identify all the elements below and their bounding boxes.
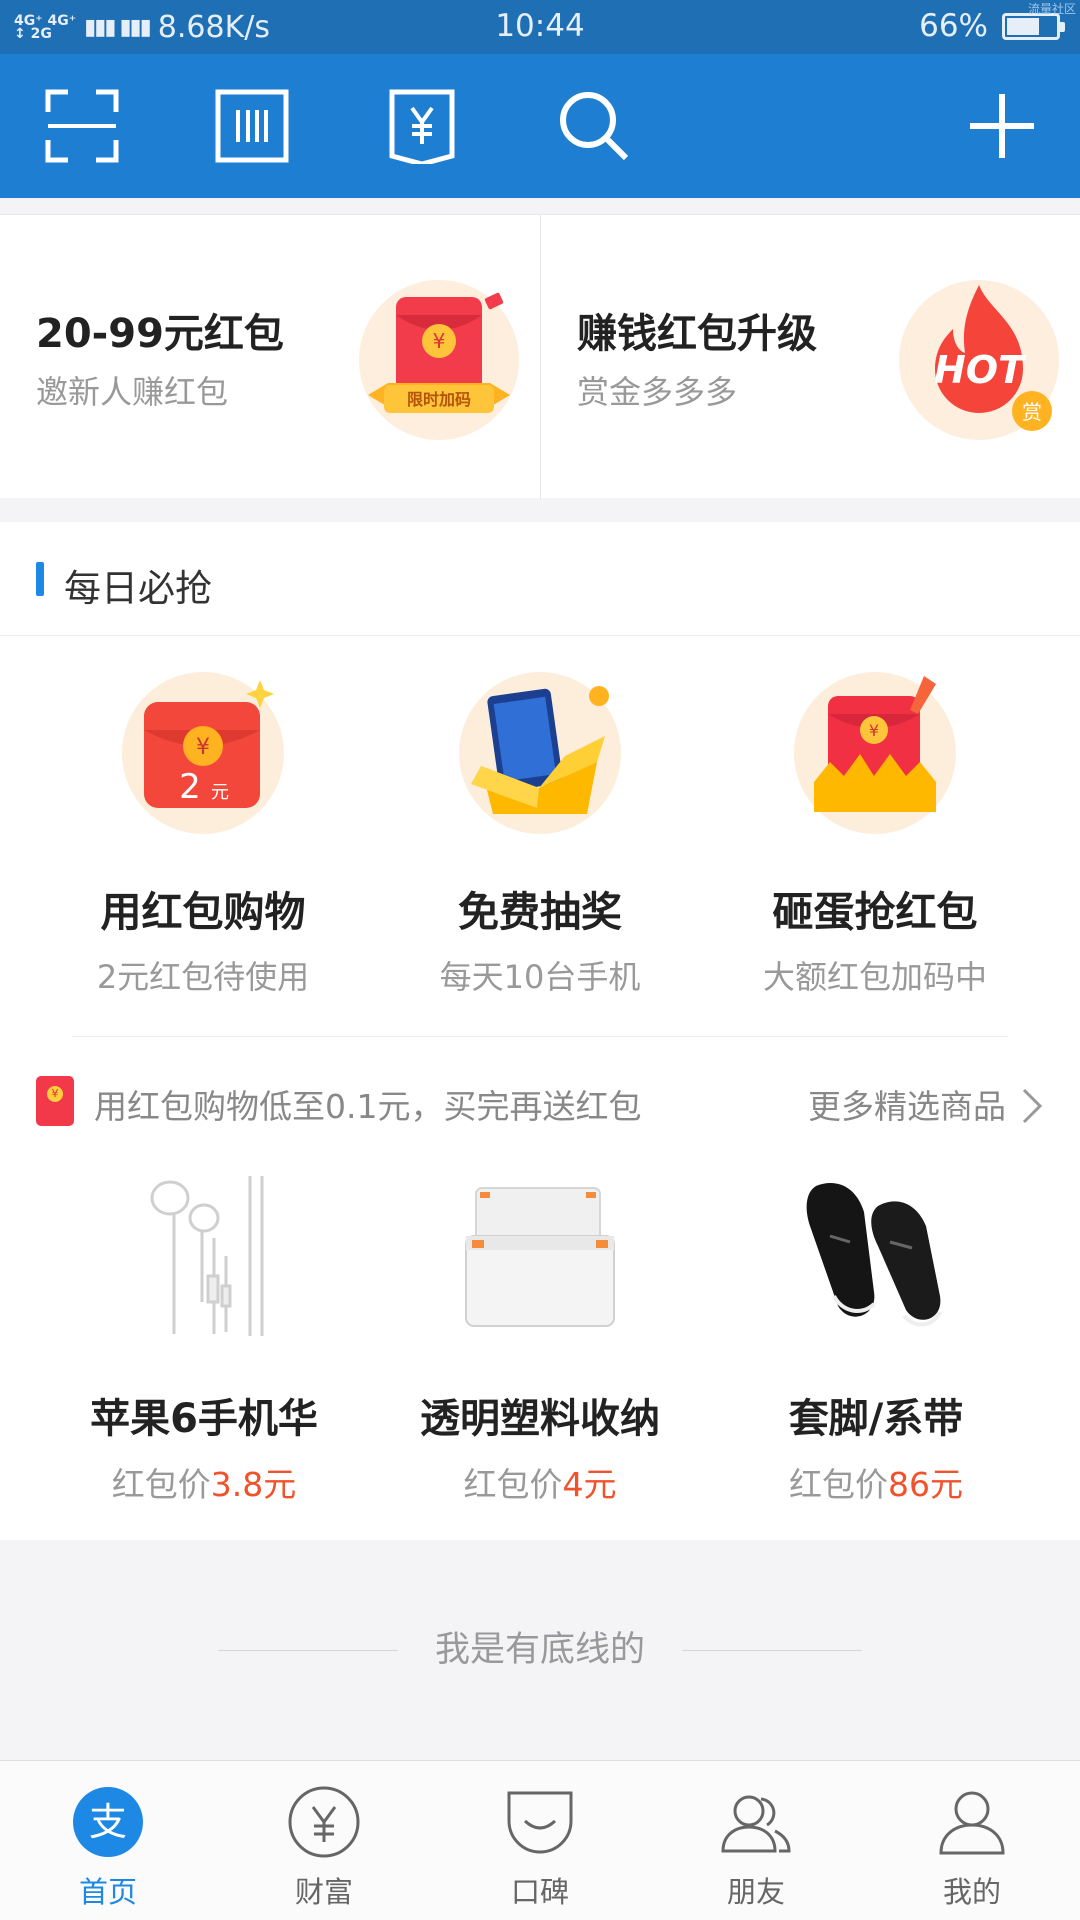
product-name: 透明塑料收纳 <box>420 1396 660 1442</box>
price-amount: 86元 <box>888 1465 963 1504</box>
red-envelope-icon: ¥ 限时加码 <box>354 275 524 445</box>
tab-label: 首页 <box>78 1875 137 1909</box>
red-envelope-icon: ¥ 2 元 <box>120 670 286 836</box>
lottery-box-icon <box>457 670 623 836</box>
friends-icon <box>719 1785 793 1859</box>
envelope-value: 2 <box>179 767 201 807</box>
section-header: 每日必抢 <box>0 522 1080 636</box>
chevron-right-icon[interactable] <box>1018 1086 1046 1126</box>
reward-badge: 赏 <box>1022 400 1042 424</box>
daily-section: 每日必抢 ¥ 2 元 用红包购物 2元红包待使用 免费抽奖 每天10台手机 ¥ … <box>0 522 1080 1540</box>
divider <box>682 1650 862 1651</box>
corner-label: 流量社区 <box>1027 2 1076 16</box>
promo-card-upgrade[interactable]: 赚钱红包升级 赏金多多多 HOT 赏 <box>540 215 1080 499</box>
end-of-list: 我是有底线的 <box>0 1620 1080 1680</box>
feature-subtitle: 每天10台手机 <box>439 958 641 996</box>
tab-koubei[interactable]: 口碑 <box>432 1785 648 1911</box>
hot-badge: HOT <box>934 348 1027 392</box>
battery-percent: 66% <box>919 8 988 44</box>
app-bar <box>0 54 1080 198</box>
clock: 10:44 <box>495 8 585 44</box>
promo-subtitle: 邀新人赚红包 <box>36 373 229 411</box>
end-of-list-text: 我是有底线的 <box>434 1630 645 1670</box>
tab-home[interactable]: 支 首页 <box>0 1785 216 1911</box>
tab-label: 财富 <box>294 1875 353 1909</box>
svg-text:支: 支 <box>89 1800 127 1844</box>
storage-box-image <box>450 1166 630 1346</box>
tab-profile[interactable]: 我的 <box>864 1785 1080 1911</box>
feature-subtitle: 2元红包待使用 <box>96 958 310 996</box>
tab-label: 朋友 <box>726 1875 785 1909</box>
product-name: 苹果6手机华 <box>90 1396 318 1442</box>
section-title: 每日必抢 <box>64 567 212 610</box>
promo-subtitle: 赏金多多多 <box>577 373 738 411</box>
svg-text:¥: ¥ <box>196 735 210 760</box>
promo-title: 20-99元红包 <box>36 311 284 357</box>
promo-badge: 限时加码 <box>407 390 471 409</box>
svg-text:¥: ¥ <box>433 329 446 353</box>
promo-card-invite[interactable]: 20-99元红包 邀新人赚红包 ¥ 限时加码 <box>0 215 540 499</box>
envelope-unit: 元 <box>211 782 229 803</box>
divider <box>218 1650 398 1651</box>
product-card[interactable]: 苹果6手机华 红包价3.8元 <box>34 1166 374 1506</box>
tab-label: 口碑 <box>510 1875 569 1909</box>
collect-money-icon[interactable] <box>384 88 460 167</box>
koubei-icon <box>503 1785 577 1859</box>
barcode-pay-icon[interactable] <box>214 88 290 164</box>
price-prefix: 红包价 <box>111 1465 211 1504</box>
product-price: 红包价86元 <box>706 1458 1046 1506</box>
profile-icon <box>935 1785 1009 1859</box>
small-envelope-icon <box>36 1076 74 1126</box>
more-products-link[interactable]: 更多精选商品 <box>808 1080 1006 1128</box>
product-card[interactable]: 套脚/系带 红包价86元 <box>706 1166 1046 1506</box>
plus-icon[interactable] <box>964 88 1040 164</box>
price-prefix: 红包价 <box>789 1465 888 1504</box>
section-accent-bar <box>36 562 44 596</box>
feature-subtitle: 大额红包加码中 <box>762 958 987 996</box>
feature-title: 免费抽奖 <box>458 888 622 936</box>
product-name: 套脚/系带 <box>788 1396 964 1442</box>
product-price: 红包价3.8元 <box>34 1458 374 1506</box>
svg-text:¥: ¥ <box>869 721 879 740</box>
price-amount: 4元 <box>562 1465 617 1504</box>
tab-wealth[interactable]: 财富 <box>216 1785 432 1911</box>
search-icon[interactable] <box>556 88 632 164</box>
home-alipay-icon: 支 <box>71 1785 145 1859</box>
hot-flame-icon: HOT 赏 <box>894 275 1064 445</box>
price-prefix: 红包价 <box>463 1465 563 1504</box>
tab-friends[interactable]: 朋友 <box>648 1785 864 1911</box>
promo-cards: 20-99元红包 邀新人赚红包 ¥ 限时加码 赚钱红包升级 赏金多多多 HOT <box>0 214 1080 499</box>
feature-title: 用红包购物 <box>100 888 306 936</box>
promo-title: 赚钱红包升级 <box>577 311 817 357</box>
scan-icon[interactable] <box>44 88 120 164</box>
status-bar: 4G⁺ 4G⁺ ↕ 2G ▮▮▮ ▮▮▮ 8.68K/s 10:44 66% 流量… <box>0 0 1080 54</box>
wealth-icon <box>287 1785 361 1859</box>
earphones-image <box>114 1166 294 1346</box>
product-card[interactable]: 透明塑料收纳 红包价4元 <box>370 1166 710 1506</box>
tab-label: 我的 <box>942 1875 1001 1909</box>
shop-notice[interactable]: 用红包购物低至0.1元，买完再送红包 更多精选商品 <box>0 1074 1080 1134</box>
feature-shop-with-envelope[interactable]: ¥ 2 元 用红包购物 2元红包待使用 <box>38 670 368 1000</box>
feature-title: 砸蛋抢红包 <box>772 888 978 936</box>
tab-bar: 支 首页 财富 口碑 朋友 我的 <box>0 1760 1080 1920</box>
price-amount: 3.8元 <box>210 1465 297 1504</box>
notice-text: 用红包购物低至0.1元，买完再送红包 <box>94 1087 642 1126</box>
product-price: 红包价4元 <box>370 1458 710 1506</box>
smash-egg-envelope-icon: ¥ <box>792 670 958 836</box>
shoes-image <box>786 1166 966 1346</box>
feature-smash-egg[interactable]: ¥ 砸蛋抢红包 大额红包加码中 <box>710 670 1040 1000</box>
feature-free-lottery[interactable]: 免费抽奖 每天10台手机 <box>375 670 705 1000</box>
divider <box>72 1036 1008 1037</box>
